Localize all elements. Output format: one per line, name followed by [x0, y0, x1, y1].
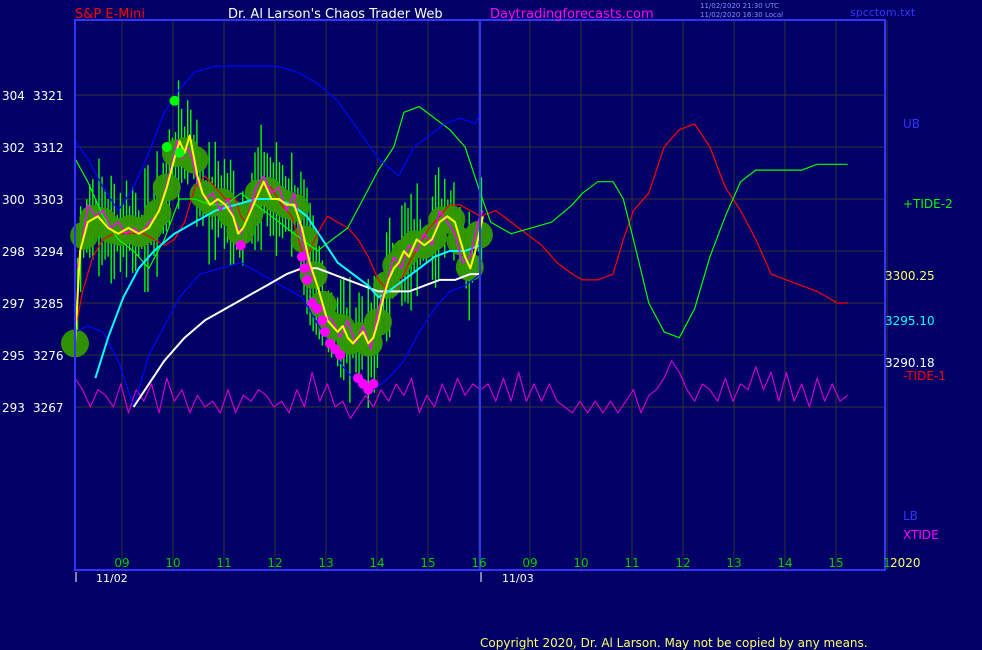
- price-label-1: 3300.25: [885, 269, 935, 283]
- tide1-label: -TIDE-1: [903, 369, 946, 383]
- y-tick-alt: 300: [2, 193, 25, 207]
- y-tick-label: 3285: [33, 297, 64, 311]
- magenta-dot: [368, 378, 379, 389]
- lb-label: LB: [903, 509, 918, 523]
- x-tick-label: 12: [267, 556, 282, 570]
- y-tick-label: 3294: [33, 245, 64, 259]
- price-label-3: 3290.18: [885, 356, 935, 370]
- x-tick-label: 09: [114, 556, 129, 570]
- x-tick-label: 10: [573, 556, 588, 570]
- y-tick-alt: 293: [2, 401, 25, 415]
- magenta-dot: [299, 263, 310, 274]
- y-tick-label: 3321: [33, 89, 64, 103]
- year-label: 2020: [890, 556, 921, 570]
- x-tick-label: 12: [675, 556, 690, 570]
- green-dot: [161, 142, 172, 152]
- x-tick-label: 13: [726, 556, 741, 570]
- magenta-dot: [319, 326, 330, 337]
- y-tick-alt: 304: [2, 89, 25, 103]
- copyright: Copyright 2020, Dr. Al Larson. May not b…: [480, 636, 868, 650]
- x-tick-label: 14: [777, 556, 792, 570]
- green-dot: [169, 95, 180, 106]
- y-tick-label: 3276: [33, 349, 64, 363]
- utc-time: 11/02/2020 21:30 UTC: [700, 2, 779, 10]
- y-tick-alt: 298: [2, 245, 25, 259]
- local-time: 11/02/2020 16:30 Local: [700, 11, 783, 19]
- magenta-dot: [335, 350, 346, 360]
- x-tick-label: 13: [318, 556, 333, 570]
- green-dot: [174, 147, 185, 158]
- date-label: 11/03: [502, 572, 534, 585]
- price-label-2: 3295.10: [885, 314, 935, 328]
- magenta-dot: [312, 303, 323, 314]
- site-url: Daytradingforecasts.com: [490, 7, 654, 22]
- xtide-label: XTIDE: [903, 528, 939, 542]
- y-tick-alt: 295: [2, 349, 25, 363]
- x-tick-label: 10: [165, 556, 180, 570]
- y-tick-label: 3312: [33, 141, 64, 155]
- y-tick-label: 3303: [33, 193, 64, 207]
- magenta-dot: [235, 240, 246, 251]
- chart: 304 3321 302 3312 300 3303 298 3294 297 3285 295 32…: [0, 0, 982, 650]
- magenta-dot: [302, 274, 313, 285]
- x-tick-label: 15: [828, 556, 843, 570]
- x-tick-label: 11: [624, 556, 639, 570]
- tide2-label: +TIDE-2: [903, 197, 953, 211]
- x-tick-label: 14: [369, 556, 384, 570]
- y-tick-label: 3267: [33, 401, 64, 415]
- date-label: 11/02: [96, 572, 128, 585]
- site-title: Dr. Al Larson's Chaos Trader Web: [228, 7, 443, 22]
- x-tick-label: 16: [471, 556, 486, 570]
- file-name: spcctom.txt: [850, 6, 916, 19]
- y-tick-alt: 297: [2, 297, 25, 311]
- instrument-label: S&P E-Mini: [75, 7, 145, 22]
- x-tick-label: 09: [522, 556, 537, 570]
- magenta-dot: [296, 251, 307, 262]
- y-tick-alt: 302: [2, 141, 25, 155]
- magenta-dot: [317, 315, 328, 326]
- ub-label: UB: [903, 117, 920, 131]
- x-tick-label: 11: [216, 556, 231, 570]
- x-tick-label: 15: [420, 556, 435, 570]
